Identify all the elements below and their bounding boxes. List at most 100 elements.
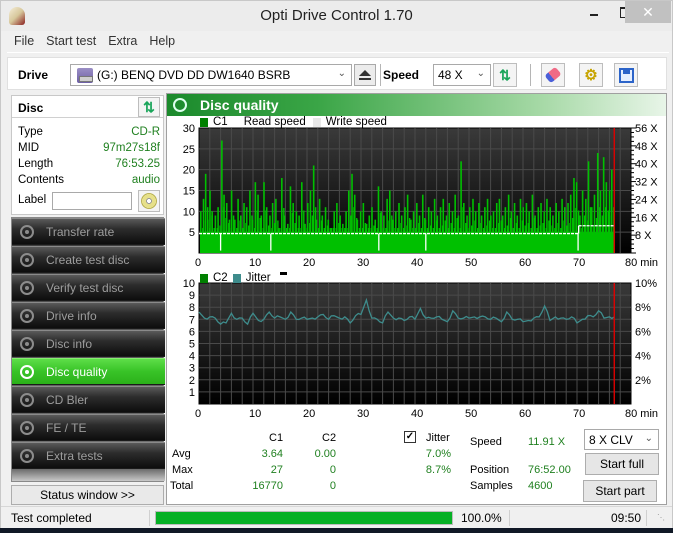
c1-bar <box>560 228 562 253</box>
c1-bar <box>566 225 568 253</box>
c1-chart-y2-tick: 40 X <box>635 159 658 171</box>
app-window: Opti Drive Control 1.70 ✕ File Start tes… <box>0 0 673 533</box>
c1-bar <box>575 208 577 253</box>
c1-bar <box>589 207 592 253</box>
run-samples-value: 4600 <box>528 480 553 492</box>
c1-bar <box>610 215 613 253</box>
c1-bar <box>259 218 261 253</box>
progress-fill <box>156 512 452 524</box>
stats-total-c2: 0 <box>329 480 336 492</box>
run-speed-label: Speed <box>470 436 502 448</box>
c1-bar <box>512 228 515 253</box>
c1-bar <box>500 220 503 253</box>
c1-bar <box>506 225 509 253</box>
c1-bar <box>245 223 247 253</box>
c1-bar <box>581 228 583 253</box>
c1-bar <box>557 223 559 253</box>
stats-avg-c2: 0.00 <box>314 448 336 460</box>
c1-chart-x-tick: 60 <box>519 257 531 269</box>
c1-bar <box>583 215 586 253</box>
jitter-chart-y2-tick: 6% <box>635 326 651 338</box>
stats-avg-label: Avg <box>172 448 191 460</box>
c1-chart-y-tick: 15 <box>183 186 195 198</box>
jitter-chart-y-tick: 1 <box>189 387 195 399</box>
jitter-chart-y-tick: 5 <box>189 339 195 351</box>
jitter-chart-y-tick: 6 <box>189 326 195 338</box>
c1-bar <box>456 218 458 253</box>
c1-bar <box>453 228 456 253</box>
c1-bar <box>397 228 399 253</box>
jitter-chart-y2-tick: 4% <box>635 351 651 363</box>
c1-bar <box>432 228 435 253</box>
stats-header-jitter: Jitter <box>426 432 450 444</box>
legend-swatch-jitter <box>232 273 241 283</box>
jitter-chart-y-tick: 3 <box>189 363 195 375</box>
run-position-value: 76:52.00 <box>528 464 571 476</box>
c1-chart-y2-tick: 8 X <box>635 230 652 242</box>
c1-chart-y-tick: 10 <box>183 206 195 218</box>
c1-bar <box>306 228 308 253</box>
c1-bar <box>361 228 364 253</box>
c1-bar <box>391 215 393 253</box>
c1-bar <box>228 223 230 253</box>
c1-bar <box>412 228 414 253</box>
legend-bottom: C2 Jitter <box>200 271 287 284</box>
c1-chart-y-tick: 25 <box>183 144 195 156</box>
c1-bar <box>265 210 267 253</box>
jitter-chart-y-tick: 4 <box>189 351 195 363</box>
c1-bar <box>209 228 211 253</box>
c1-bar <box>262 228 264 253</box>
jitter-chart-x-tick: 70 <box>573 408 585 420</box>
c1-bar <box>551 225 553 253</box>
c1-bar <box>283 208 285 253</box>
c1-bar <box>216 228 219 253</box>
c1-bar <box>335 228 337 253</box>
c1-bar <box>232 215 235 253</box>
c1-bar <box>382 228 384 253</box>
c1-bar <box>430 225 432 253</box>
jitter-checkbox[interactable]: ✓ <box>404 431 416 443</box>
c1-bar <box>344 228 346 253</box>
run-position-label: Position <box>470 464 510 476</box>
resize-grip-icon[interactable]: ⋱ <box>657 513 665 522</box>
status-text: Test completed <box>11 511 92 525</box>
legend-jitter: Jitter <box>245 272 271 284</box>
stats-max-c1: 27 <box>270 464 283 476</box>
stats-header-c1: C1 <box>269 432 284 444</box>
c1-bar <box>486 225 488 253</box>
c1-bar <box>300 228 302 253</box>
c1-bar <box>593 225 595 253</box>
c1-bar <box>488 220 491 253</box>
c1-bar <box>317 228 320 253</box>
c1-bar <box>273 223 276 253</box>
c1-bar <box>204 220 207 253</box>
c1-chart-x-tick: 0 <box>195 257 201 269</box>
start-part-button[interactable]: Start part <box>583 480 657 502</box>
jitter-chart-y-tick: 7 <box>189 314 195 326</box>
c1-bar <box>353 207 355 253</box>
run-samples-label: Samples <box>470 480 513 492</box>
c1-bar <box>509 218 512 253</box>
stats-avg-jitter: 7.0% <box>425 448 451 460</box>
legend-read-speed: Read speed <box>243 116 306 128</box>
run-speed-value: 11.91 X <box>528 436 566 448</box>
c1-bar <box>438 228 441 253</box>
c1-bar <box>480 223 482 253</box>
c1-bar <box>248 225 250 253</box>
c1-bar <box>367 228 370 253</box>
jitter-chart-x-tick: 0 <box>195 408 201 420</box>
c1-bar <box>542 223 544 253</box>
c1-bar <box>563 220 565 253</box>
c1-bar <box>459 228 462 253</box>
jitter-chart-y2-tick: 8% <box>635 302 651 314</box>
c1-chart-y-tick: 5 <box>189 227 195 239</box>
c1-bar <box>444 220 446 253</box>
start-full-button[interactable]: Start full <box>585 453 659 475</box>
jitter-chart-y2-tick: 10% <box>635 278 657 290</box>
test-speed-select[interactable]: 8 X CLV ⌄ <box>584 429 659 450</box>
c1-bar <box>536 228 538 253</box>
c1-bar <box>311 215 314 253</box>
stats-max-c2: 0 <box>329 464 336 476</box>
c1-bar <box>314 207 317 253</box>
c1-chart-x-tick: 70 <box>573 257 585 269</box>
